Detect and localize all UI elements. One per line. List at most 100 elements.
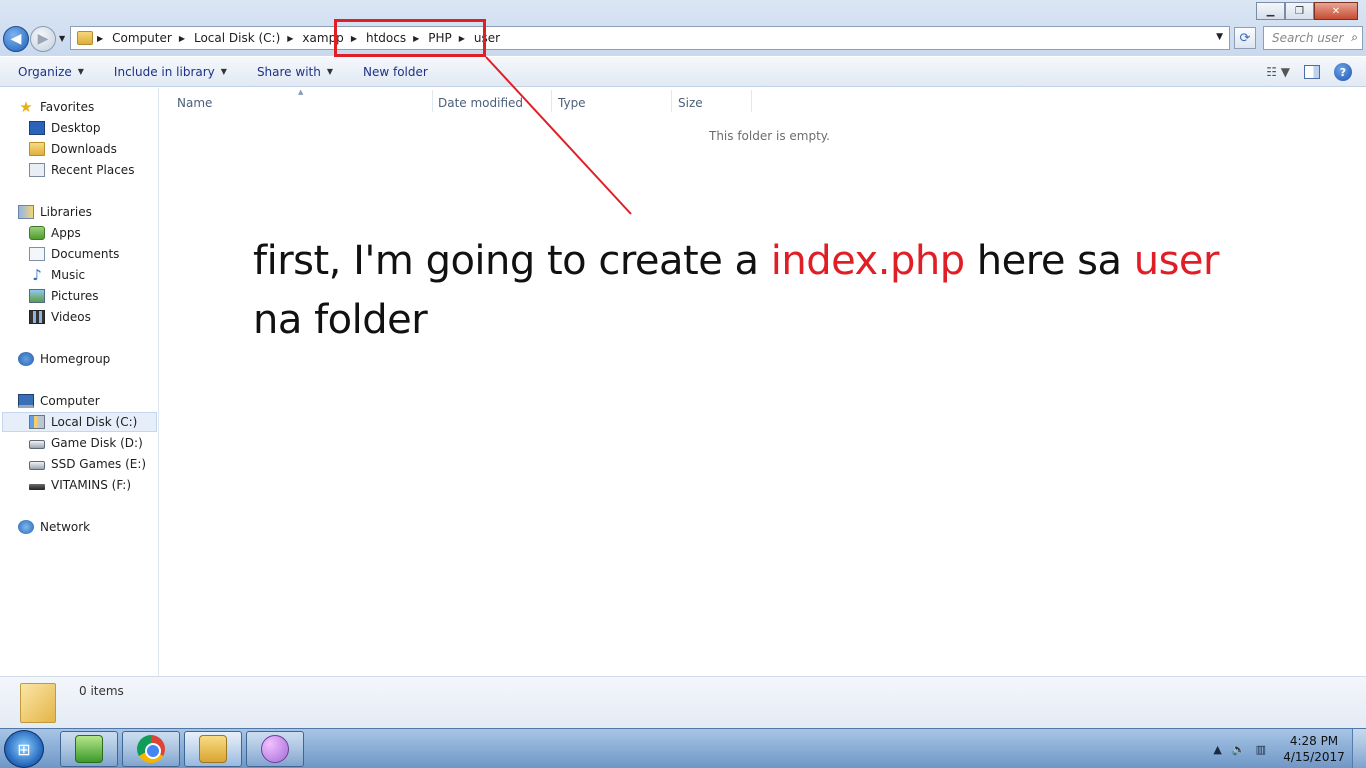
forward-button[interactable]: ▶ xyxy=(30,26,56,52)
folder-icon xyxy=(77,31,93,45)
usb-drive-icon xyxy=(29,484,45,490)
column-header-size[interactable]: Size xyxy=(678,93,703,113)
show-hidden-icons-icon[interactable]: ▲ xyxy=(1213,743,1221,756)
nav-computer[interactable]: Computer xyxy=(18,391,100,411)
annotation-text: first, I'm going to create a index.php h… xyxy=(253,238,1219,343)
refresh-icon: ⟳ xyxy=(1239,30,1251,46)
chevron-right-icon[interactable]: ▶ xyxy=(179,34,185,43)
search-input[interactable]: Search user ⌕ xyxy=(1263,26,1363,50)
nav-game-disk-d[interactable]: Game Disk (D:) xyxy=(29,433,143,453)
libraries-icon xyxy=(18,205,34,219)
annotation-highlight-box xyxy=(334,19,486,57)
video-film-icon xyxy=(29,310,45,324)
taskbar-windows-explorer[interactable] xyxy=(184,731,242,767)
caret-down-icon: ▼ xyxy=(326,67,333,76)
nav-music[interactable]: ♪ Music xyxy=(29,265,85,285)
volume-icon[interactable]: 🔈 xyxy=(1232,743,1246,756)
star-icon: ★ xyxy=(19,98,33,116)
close-button[interactable]: ✕ xyxy=(1314,2,1358,20)
empty-folder-message: This folder is empty. xyxy=(709,129,830,143)
notepad-plus-plus-icon xyxy=(75,735,103,763)
hard-drive-icon xyxy=(29,461,45,470)
column-divider[interactable] xyxy=(751,90,752,112)
hard-drive-icon xyxy=(29,440,45,449)
nav-homegroup[interactable]: Homegroup xyxy=(18,349,110,369)
taskbar-notepad-plus-plus[interactable] xyxy=(60,731,118,767)
column-divider[interactable] xyxy=(671,90,672,112)
nav-apps[interactable]: Apps xyxy=(29,223,81,243)
minimize-button[interactable]: ▁ xyxy=(1256,2,1285,20)
nav-documents[interactable]: Documents xyxy=(29,244,119,264)
preview-pane-icon[interactable] xyxy=(1304,65,1320,79)
desktop-icon xyxy=(29,121,45,135)
windows-explorer-icon xyxy=(199,735,227,763)
include-in-library-button[interactable]: Include in library ▼ xyxy=(114,65,227,79)
nav-recent-places[interactable]: Recent Places xyxy=(29,160,134,180)
taskbar: ⊞ ▲ 🔈 ▥ 4:28 PM 4/15/2017 xyxy=(0,728,1366,768)
pictures-icon xyxy=(29,289,45,303)
title-bar: ▁ ❐ ✕ ◀ ▶ ▼ ▶ Computer ▶ Local Disk (C:) ▶… xyxy=(0,0,1366,56)
column-divider[interactable] xyxy=(551,90,552,112)
nav-videos[interactable]: Videos xyxy=(29,307,91,327)
nav-ssd-games-e[interactable]: SSD Games (E:) xyxy=(29,454,146,474)
system-tray: ▲ 🔈 ▥ 4:28 PM 4/15/2017 xyxy=(1213,729,1366,768)
start-button[interactable]: ⊞ xyxy=(4,730,44,768)
column-header-type[interactable]: Type xyxy=(558,93,586,113)
address-dropdown-icon[interactable]: ▼ xyxy=(1216,32,1223,42)
nav-pictures[interactable]: Pictures xyxy=(29,286,99,306)
recent-pages-dropdown[interactable]: ▼ xyxy=(59,34,65,43)
command-bar: Organize ▼ Include in library ▼ Share with… xyxy=(0,57,1366,87)
chevron-right-icon[interactable]: ▶ xyxy=(287,34,293,43)
nav-vitamins-f[interactable]: VITAMINS (F:) xyxy=(29,475,131,495)
homegroup-icon xyxy=(18,352,34,366)
show-desktop-button[interactable] xyxy=(1352,729,1366,768)
breadcrumb-local-disk[interactable]: Local Disk (C:) ▶ xyxy=(193,31,301,45)
view-options-icon[interactable]: ☷ ▼ xyxy=(1266,65,1290,79)
item-count: 0 items xyxy=(79,684,124,698)
windows-logo-icon: ⊞ xyxy=(17,739,31,759)
clock[interactable]: 4:28 PM 4/15/2017 xyxy=(1276,733,1352,765)
navigation-pane: ★ Favorites Desktop Downloads Recent Plac… xyxy=(0,88,159,676)
organize-button[interactable]: Organize ▼ xyxy=(18,65,84,79)
chevron-right-icon[interactable]: ▶ xyxy=(97,34,103,43)
taskbar-paint[interactable] xyxy=(246,731,304,767)
address-bar[interactable]: ▶ Computer ▶ Local Disk (C:) ▶ xampp ▶ htdo… xyxy=(70,26,1230,50)
clock-time: 4:28 PM xyxy=(1289,734,1339,748)
help-icon[interactable]: ? xyxy=(1334,63,1352,81)
window-controls: ▁ ❐ ✕ xyxy=(1256,2,1358,20)
music-note-icon: ♪ xyxy=(32,266,42,284)
column-header-name[interactable]: Name xyxy=(177,93,212,113)
maximize-button[interactable]: ❐ xyxy=(1285,2,1314,20)
paint-palette-icon xyxy=(261,735,289,763)
file-list[interactable]: ▲ Name Date modified Type Size This fold… xyxy=(160,88,1366,676)
nav-downloads[interactable]: Downloads xyxy=(29,139,117,159)
recent-places-icon xyxy=(29,163,45,177)
network-status-icon[interactable]: ▥ xyxy=(1256,743,1266,756)
system-drive-icon xyxy=(29,415,45,429)
nav-network[interactable]: Network xyxy=(18,517,90,537)
nav-desktop[interactable]: Desktop xyxy=(29,118,101,138)
clock-date: 4/15/2017 xyxy=(1283,750,1345,764)
taskbar-chrome[interactable] xyxy=(122,731,180,767)
refresh-button[interactable]: ⟳ xyxy=(1234,27,1256,49)
new-folder-button[interactable]: New folder xyxy=(363,65,428,79)
column-divider[interactable] xyxy=(432,90,433,112)
back-button[interactable]: ◀ xyxy=(3,26,29,52)
nav-local-disk-c[interactable]: Local Disk (C:) xyxy=(2,412,157,432)
search-icon: ⌕ xyxy=(1351,30,1358,44)
apps-library-icon xyxy=(29,226,45,240)
arrow-left-icon: ◀ xyxy=(10,31,22,47)
share-with-button[interactable]: Share with ▼ xyxy=(257,65,333,79)
folder-icon xyxy=(20,683,56,723)
chrome-icon xyxy=(137,735,165,763)
sort-ascending-icon: ▲ xyxy=(298,88,304,96)
nav-libraries[interactable]: Libraries xyxy=(18,202,92,222)
caret-down-icon: ▼ xyxy=(220,67,227,76)
breadcrumb-computer[interactable]: Computer ▶ xyxy=(111,31,193,45)
caret-down-icon: ▼ xyxy=(77,67,84,76)
search-placeholder: Search user xyxy=(1272,31,1344,45)
column-header-date-modified[interactable]: Date modified xyxy=(438,93,523,113)
arrow-right-icon: ▶ xyxy=(37,31,49,47)
nav-favorites[interactable]: ★ Favorites xyxy=(18,97,94,117)
details-pane: 0 items xyxy=(0,676,1366,728)
